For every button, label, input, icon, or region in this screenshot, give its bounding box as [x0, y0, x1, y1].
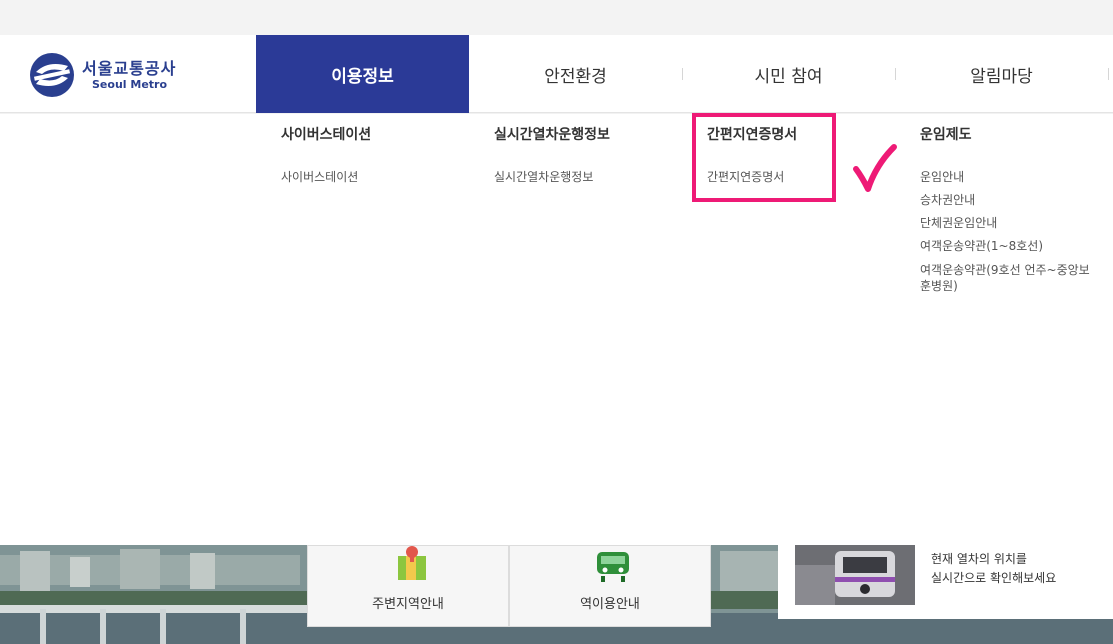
seoul-metro-logo-icon [30, 53, 74, 97]
annotation-highlight-box [692, 113, 836, 202]
logo-korean-text: 서울교통공사 [82, 58, 177, 78]
train-icon [597, 552, 629, 582]
nav-item-notice-board[interactable]: 알림마당 [895, 35, 1108, 113]
menu-link[interactable]: 운임안내 [920, 166, 1095, 189]
menu-link[interactable]: 여객운송약관(9호선 언주~중앙보훈병원) [920, 262, 1095, 294]
realtime-train-location-card[interactable]: 현재 열차의 위치를 실시간으로 확인해보세요 [778, 545, 1113, 619]
train-info-line: 현재 열차의 위치를 [931, 552, 1027, 566]
station-use-card[interactable]: 역이용안내 [509, 545, 711, 627]
annotation-checkmark-icon [853, 144, 897, 192]
mega-menu-dropdown: 사이버스테이션 사이버스테이션 실시간열차운행정보 실시간열차운행정보 간편지연… [0, 114, 1113, 545]
nav-item-citizen-participation[interactable]: 시민 참여 [682, 35, 895, 113]
main-nav: 이용정보 안전환경 시민 참여 알림마당 [256, 35, 1109, 113]
menu-column-title[interactable]: 운임제도 [920, 124, 972, 144]
site-header: 서울교통공사 Seoul Metro 이용정보 안전환경 시민 참여 알림마당 [0, 35, 1113, 113]
train-info-line: 실시간으로 확인해보세요 [931, 571, 1057, 585]
menu-link[interactable]: 사이버스테이션 [281, 166, 358, 189]
top-utility-bar [0, 0, 1113, 35]
menu-link[interactable]: 단체권운임안내 [920, 212, 1095, 235]
nearby-area-card[interactable]: 주변지역안내 [307, 545, 509, 627]
nearby-area-label: 주변지역안내 [372, 597, 444, 612]
hero-banner: 주변지역안내 역이용안내 현재 열차의 위치를 실시간으로 확인해보세요 [0, 545, 1113, 644]
realtime-train-location-text: 현재 열차의 위치를 실시간으로 확인해보세요 [931, 550, 1056, 588]
menu-column-title[interactable]: 사이버스테이션 [281, 124, 371, 144]
seoul-metro-logo[interactable]: 서울교통공사 Seoul Metro [28, 52, 188, 98]
nav-item-safety-environment[interactable]: 안전환경 [469, 35, 682, 113]
menu-link[interactable]: 승차권안내 [920, 189, 1095, 212]
train-photo-image [795, 545, 915, 605]
menu-link[interactable]: 실시간열차운행정보 [494, 166, 593, 189]
station-use-label: 역이용안내 [580, 597, 640, 612]
menu-link[interactable]: 여객운송약관(1~8호선) [920, 235, 1095, 258]
nav-separator [895, 68, 896, 80]
menu-column-title[interactable]: 실시간열차운행정보 [494, 124, 610, 144]
nav-separator [682, 68, 683, 80]
map-pin-icon [398, 546, 426, 580]
logo-english-text: Seoul Metro [92, 77, 168, 91]
nav-item-usage-info[interactable]: 이용정보 [256, 35, 469, 113]
nav-separator [1108, 68, 1109, 80]
